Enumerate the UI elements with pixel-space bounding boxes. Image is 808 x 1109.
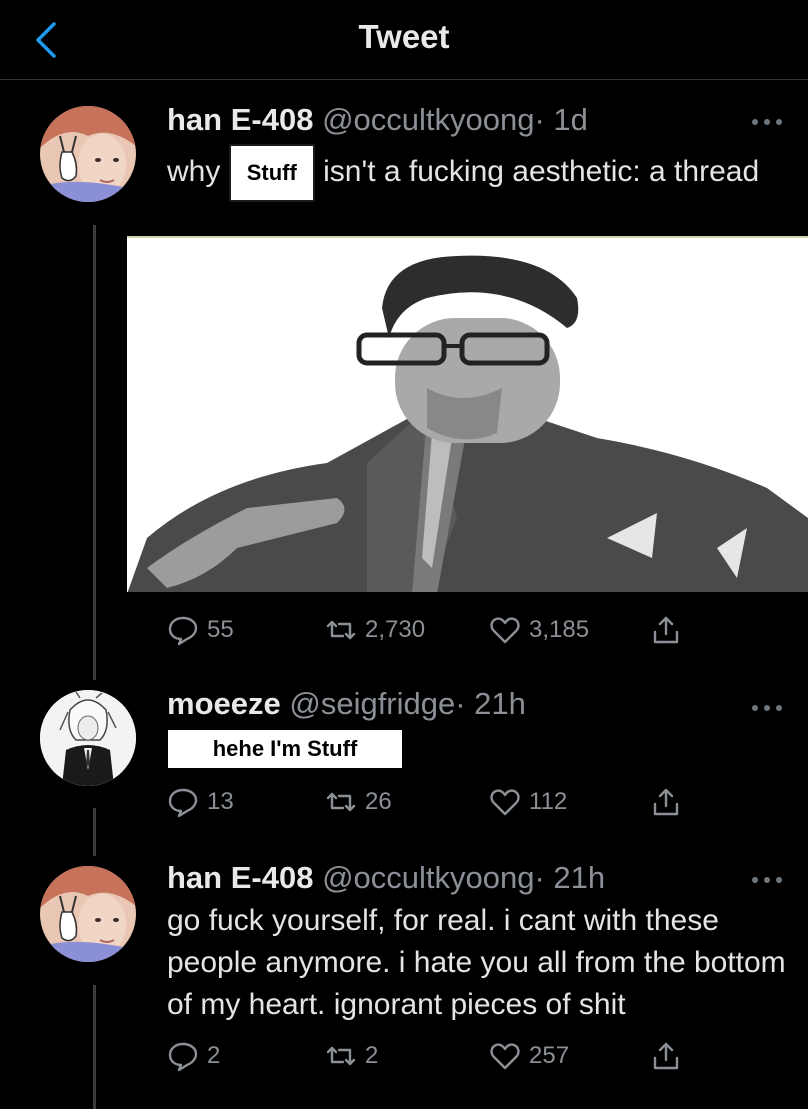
share-icon: [653, 616, 679, 644]
share-icon: [653, 1042, 679, 1070]
thread-line: [93, 225, 96, 680]
reply-count: 55: [207, 616, 234, 643]
avatar-image: [40, 106, 136, 202]
heart-icon: [490, 1043, 520, 1070]
heart-icon: [490, 617, 520, 644]
reply-icon: [168, 788, 198, 818]
more-icon: [752, 119, 782, 125]
retweet-button[interactable]: 2: [325, 1036, 378, 1076]
tweet-header: moeeze @seigfridge· 21h: [167, 686, 526, 722]
like-count: 257: [529, 1042, 570, 1069]
tweet-actions: 55 2,730 3,185: [167, 610, 687, 650]
tweet-header: han E-408 @occultkyoong· 21h: [167, 860, 605, 896]
reply-count: 13: [207, 788, 234, 815]
retweet-count: 2,730: [365, 616, 426, 643]
timestamp: · 1d: [534, 102, 588, 137]
share-button[interactable]: [650, 1036, 682, 1076]
censor-label: Stuff: [228, 144, 315, 202]
share-button[interactable]: [650, 782, 682, 822]
censor-label: hehe I'm Stuff: [168, 730, 402, 768]
like-button[interactable]: 257: [489, 1036, 569, 1076]
reply-button[interactable]: 55: [167, 610, 234, 650]
like-button[interactable]: 112: [489, 782, 567, 822]
user-handle[interactable]: @seigfridge: [289, 686, 455, 721]
like-count: 112: [529, 788, 568, 815]
avatar[interactable]: [40, 106, 136, 202]
avatar[interactable]: [40, 866, 136, 962]
share-button[interactable]: [650, 610, 682, 650]
reply-icon: [168, 616, 198, 646]
retweet-icon: [326, 792, 356, 812]
tweet-actions: 13 26 112: [167, 782, 687, 822]
user-handle[interactable]: @occultkyoong: [322, 860, 534, 895]
person-photo: [127, 238, 808, 592]
retweet-icon: [326, 620, 356, 640]
display-name[interactable]: han E-408: [167, 102, 313, 137]
top-bar: Tweet: [0, 0, 808, 80]
reply-count: 2: [207, 1042, 221, 1069]
avatar-image: [40, 690, 136, 786]
retweet-icon: [326, 1046, 356, 1066]
more-icon: [752, 877, 782, 883]
more-icon: [752, 705, 782, 711]
tweet-actions: 2 2 257: [167, 1036, 687, 1076]
avatar[interactable]: [40, 690, 136, 786]
tweet-text-before: why: [167, 154, 221, 188]
page-title: Tweet: [358, 18, 450, 55]
reply-button[interactable]: 13: [167, 782, 234, 822]
more-options-button[interactable]: [750, 114, 784, 125]
user-handle[interactable]: @occultkyoong: [322, 102, 534, 137]
tweet-image[interactable]: [127, 236, 808, 592]
thread-line: [93, 808, 96, 856]
retweet-button[interactable]: 26: [325, 782, 392, 822]
like-count: 3,185: [529, 616, 590, 643]
thread-line: [93, 985, 96, 1109]
reply-button[interactable]: 2: [167, 1036, 220, 1076]
more-options-button[interactable]: [750, 872, 784, 883]
like-button[interactable]: 3,185: [489, 610, 589, 650]
tweet-header: han E-408 @occultkyoong· 1d: [167, 102, 588, 138]
heart-icon: [490, 789, 520, 816]
retweet-count: 2: [365, 1042, 379, 1069]
timestamp: · 21h: [455, 686, 526, 721]
share-icon: [653, 788, 679, 816]
tweet-text-after: isn't a fucking aesthetic: a thread: [323, 154, 760, 188]
tweet-text: go fuck yourself, for real. i cant with …: [167, 904, 786, 1021]
retweet-count: 26: [365, 788, 392, 815]
reply-icon: [168, 1042, 198, 1072]
timestamp: · 21h: [534, 860, 606, 895]
display-name[interactable]: moeeze: [167, 686, 281, 721]
avatar-image: [40, 866, 136, 962]
more-options-button[interactable]: [750, 700, 784, 711]
tweet-text: why Stuff isn't a fucking aesthetic: a t…: [167, 144, 767, 202]
retweet-button[interactable]: 2,730: [325, 610, 425, 650]
display-name[interactable]: han E-408: [167, 860, 313, 895]
